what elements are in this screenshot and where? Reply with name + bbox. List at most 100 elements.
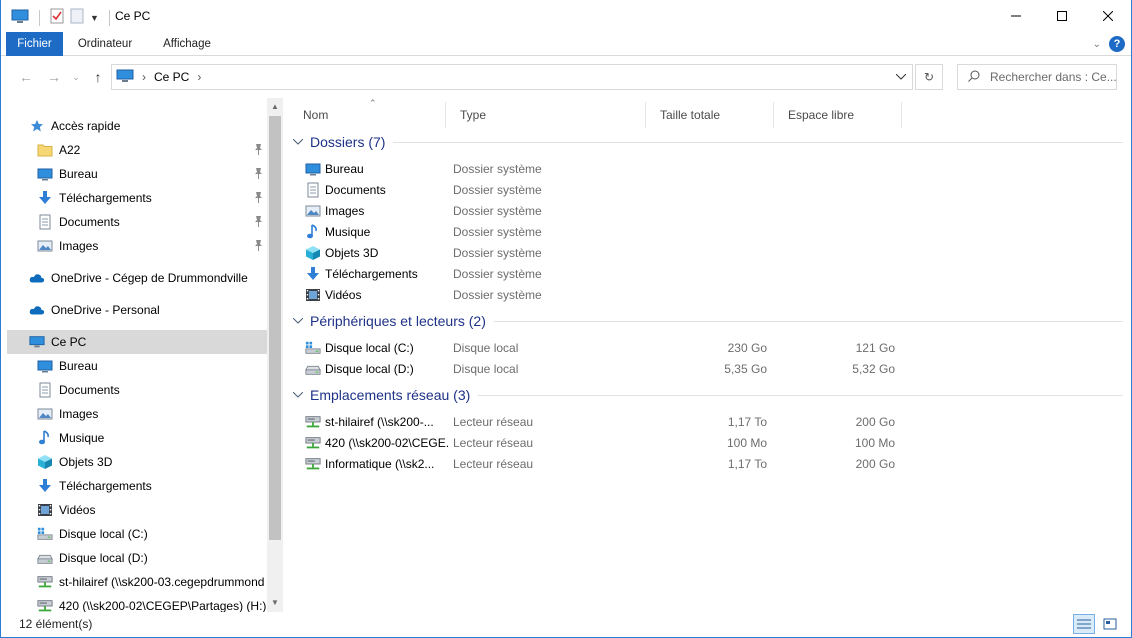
minimize-button[interactable]: [993, 0, 1039, 32]
chevron-down-icon[interactable]: [292, 316, 307, 327]
item-type: Lecteur réseau: [453, 414, 534, 429]
nav-item[interactable]: Téléchargements: [7, 474, 267, 498]
list-item[interactable]: Objets 3D Dossier système: [305, 242, 915, 263]
scroll-up-icon[interactable]: ▲: [270, 102, 280, 112]
pin-icon[interactable]: [254, 144, 263, 158]
view-buttons: [1073, 614, 1121, 634]
download-icon: [37, 478, 53, 494]
search-input[interactable]: Rechercher dans : Ce...: [957, 64, 1117, 90]
chevron-right-icon[interactable]: ›: [142, 70, 146, 84]
file-explorer-window: ▼ Ce PC Fichier Ordinateur Affichage ⌄ ?…: [0, 0, 1132, 638]
chevron-down-icon[interactable]: [292, 390, 307, 401]
tab-ordinateur[interactable]: Ordinateur: [65, 32, 145, 56]
list-item[interactable]: Bureau Dossier système: [305, 158, 915, 179]
up-button[interactable]: ↑: [87, 66, 109, 88]
nav-item[interactable]: Téléchargements: [7, 186, 267, 210]
chevron-right-icon[interactable]: ›: [197, 70, 201, 84]
nav-item[interactable]: Objets 3D: [7, 450, 267, 474]
item-total-size: 5,35 Go: [724, 361, 767, 376]
item-name: Musique: [325, 224, 371, 239]
drive-icon: [305, 361, 321, 377]
nav-item-label: Téléchargements: [59, 479, 152, 493]
list-item[interactable]: 420 (\\sk200-02\CEGE... Lecteur réseau 100…: [305, 432, 915, 453]
column-header-free-space[interactable]: Espace libre: [774, 102, 902, 128]
nav-item[interactable]: A22: [7, 138, 267, 162]
nav-item[interactable]: Musique: [7, 426, 267, 450]
list-item[interactable]: Images Dossier système: [305, 200, 915, 221]
pin-icon[interactable]: [254, 216, 263, 230]
refresh-button[interactable]: ↻: [915, 64, 943, 90]
network-drive-icon: [37, 598, 53, 612]
forward-button[interactable]: →: [43, 66, 65, 88]
column-header-name[interactable]: Nom: [289, 102, 446, 128]
nav-item-label: Documents: [59, 383, 120, 397]
new-folder-icon[interactable]: [70, 8, 84, 27]
scroll-down-icon[interactable]: ▼: [270, 598, 280, 608]
item-name-cell: Téléchargements: [305, 266, 449, 282]
list-item[interactable]: Informatique (\\sk2... Lecteur réseau 1,17…: [305, 453, 915, 474]
nav-item[interactable]: Documents: [7, 210, 267, 234]
group-header[interactable]: Dossiers (7): [292, 132, 1123, 152]
expand-ribbon-icon[interactable]: ⌄: [1093, 39, 1101, 50]
list-item[interactable]: st-hilairef (\\sk200-... Lecteur réseau 1,…: [305, 411, 915, 432]
pin-icon[interactable]: [254, 240, 263, 254]
customize-toolbar-icon[interactable]: ▼: [90, 13, 99, 23]
scrollbar-thumb[interactable]: [269, 116, 281, 540]
network-drive-icon: [305, 456, 321, 472]
nav-item[interactable]: Vidéos: [7, 498, 267, 522]
list-item[interactable]: Téléchargements Dossier système: [305, 263, 915, 284]
close-button[interactable]: [1085, 0, 1131, 32]
item-name: 420 (\\sk200-02\CEGE...: [325, 435, 449, 450]
nav-item[interactable]: Documents: [7, 378, 267, 402]
address-bar[interactable]: › Ce PC ›: [111, 64, 913, 90]
column-header-total-size[interactable]: Taille totale: [646, 102, 774, 128]
pin-icon[interactable]: [254, 168, 263, 182]
pictures-icon: [37, 406, 53, 422]
column-header-type[interactable]: Type: [446, 102, 646, 128]
navigation-pane-scrollbar[interactable]: ▲ ▼: [267, 98, 283, 612]
window-title: Ce PC: [115, 9, 151, 23]
group-header[interactable]: Périphériques et lecteurs (2): [292, 311, 1123, 331]
nav-item[interactable]: Disque local (D:): [7, 546, 267, 570]
properties-icon[interactable]: [50, 8, 64, 27]
breadcrumb: › Ce PC ›: [112, 69, 201, 86]
list-item[interactable]: Disque local (D:) Disque local 5,35 Go 5,32…: [305, 358, 915, 379]
tab-affichage[interactable]: Affichage: [149, 32, 225, 56]
nav-item[interactable]: Images: [7, 402, 267, 426]
list-item[interactable]: Vidéos Dossier système: [305, 284, 915, 305]
list-item[interactable]: Disque local (C:) Disque local 230 Go 121 G…: [305, 337, 915, 358]
chevron-down-icon[interactable]: [292, 137, 307, 148]
recent-locations-button[interactable]: ⌄: [65, 66, 87, 88]
nav-item[interactable]: OneDrive - Personal: [7, 298, 267, 322]
group-header[interactable]: Emplacements réseau (3): [292, 385, 1123, 405]
nav-item[interactable]: Ce PC: [7, 330, 267, 354]
item-name-cell: Informatique (\\sk2...: [305, 456, 449, 472]
breadcrumb-item-ce-pc[interactable]: Ce PC: [154, 70, 189, 84]
back-button[interactable]: ←: [15, 66, 37, 88]
help-button[interactable]: ?: [1109, 36, 1125, 52]
item-type: Dossier système: [453, 203, 542, 218]
tab-fichier[interactable]: Fichier: [6, 32, 63, 56]
list-item[interactable]: Documents Dossier système: [305, 179, 915, 200]
item-name: st-hilairef (\\sk200-...: [325, 414, 434, 429]
nav-item[interactable]: st-hilairef (\\sk200-03.cegepdrummond: [7, 570, 267, 594]
nav-item-label: OneDrive - Personal: [51, 303, 160, 317]
maximize-button[interactable]: [1039, 0, 1085, 32]
nav-item[interactable]: OneDrive - Cégep de Drummondville: [7, 266, 267, 290]
nav-item[interactable]: Images: [7, 234, 267, 258]
nav-item[interactable]: Bureau: [7, 354, 267, 378]
item-count: 12 élément(s): [19, 617, 93, 631]
music-icon: [305, 223, 321, 240]
pin-icon[interactable]: [254, 192, 263, 206]
details-view-button[interactable]: [1073, 614, 1095, 634]
nav-item-label: A22: [59, 143, 81, 157]
nav-item[interactable]: 420 (\\sk200-02\CEGEP\Partages) (H:): [7, 594, 267, 612]
nav-item-label: Accès rapide: [51, 119, 121, 133]
nav-item[interactable]: Accès rapide: [7, 114, 267, 138]
address-dropdown-button[interactable]: [890, 65, 912, 89]
nav-item[interactable]: Disque local (C:): [7, 522, 267, 546]
computer-icon[interactable]: [11, 8, 29, 27]
list-item[interactable]: Musique Dossier système: [305, 221, 915, 242]
nav-item[interactable]: Bureau: [7, 162, 267, 186]
large-icons-view-button[interactable]: [1099, 614, 1121, 634]
